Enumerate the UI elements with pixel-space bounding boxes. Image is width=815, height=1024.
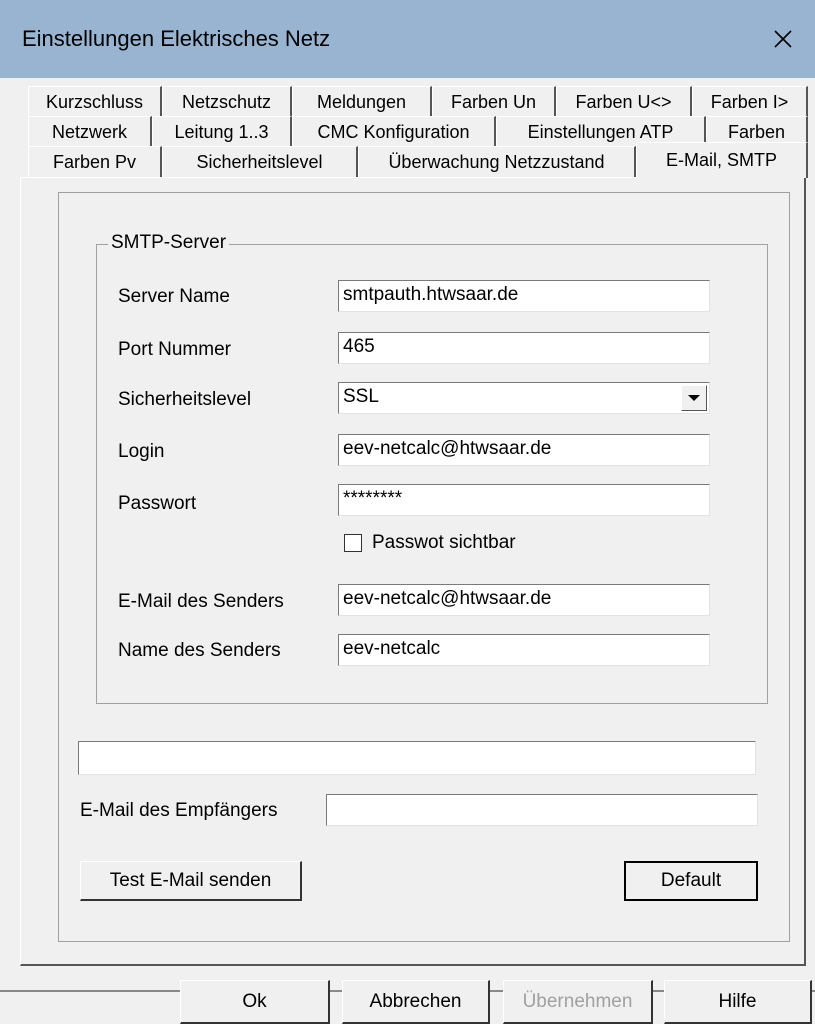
ok-button[interactable]: Ok bbox=[180, 980, 330, 1024]
smtp-group-title: SMTP-Server bbox=[108, 232, 230, 254]
tab-leitung[interactable]: Leitung 1..3 bbox=[152, 116, 292, 148]
port-field[interactable]: 465 bbox=[338, 332, 710, 364]
title-bar: Einstellungen Elektrisches Netz bbox=[0, 0, 815, 78]
tab-netzwerk[interactable]: Netzwerk bbox=[28, 116, 152, 148]
window-title: Einstellungen Elektrisches Netz bbox=[22, 26, 331, 51]
cancel-button[interactable]: Abbrechen bbox=[342, 980, 490, 1024]
default-button[interactable]: Default bbox=[624, 861, 758, 901]
tab-cmc-konfiguration[interactable]: CMC Konfiguration bbox=[292, 116, 496, 148]
server-name-label: Server Name bbox=[118, 286, 230, 307]
tab-email-smtp[interactable]: E-Mail, SMTP bbox=[636, 142, 808, 178]
server-name-field[interactable]: smtpauth.htwsaar.de bbox=[338, 280, 710, 312]
sender-email-label: E-Mail des Senders bbox=[118, 591, 284, 612]
tab-kurzschluss[interactable]: Kurzschluss bbox=[28, 86, 162, 118]
close-button[interactable] bbox=[751, 0, 815, 78]
show-password-checkbox[interactable] bbox=[344, 534, 362, 552]
tab-farben-i[interactable]: Farben I> bbox=[692, 86, 808, 118]
chevron-down-icon bbox=[688, 395, 700, 401]
security-level-value: SSL bbox=[343, 386, 379, 407]
port-label: Port Nummer bbox=[118, 339, 231, 360]
close-icon bbox=[774, 30, 792, 48]
show-password-label: Passwot sichtbar bbox=[372, 532, 516, 553]
recipient-label: E-Mail des Empfängers bbox=[80, 800, 278, 821]
dropdown-button[interactable] bbox=[681, 385, 707, 411]
sender-name-field[interactable]: eev-netcalc bbox=[338, 634, 710, 666]
tab-netzschutz[interactable]: Netzschutz bbox=[162, 86, 292, 118]
test-email-button[interactable]: Test E-Mail senden bbox=[80, 861, 302, 901]
recipient-field[interactable] bbox=[326, 794, 758, 826]
login-field[interactable]: eev-netcalc@htwsaar.de bbox=[338, 434, 710, 466]
security-level-select[interactable]: SSL bbox=[338, 382, 710, 414]
login-label: Login bbox=[118, 441, 165, 462]
sender-name-label: Name des Senders bbox=[118, 640, 281, 661]
tab-farben-un[interactable]: Farben Un bbox=[432, 86, 556, 118]
tab-farben-u-range[interactable]: Farben U<> bbox=[556, 86, 692, 118]
password-field[interactable]: ******** bbox=[338, 484, 710, 516]
password-label: Passwort bbox=[118, 493, 197, 514]
status-field[interactable] bbox=[78, 741, 756, 775]
tab-farben-pv[interactable]: Farben Pv bbox=[28, 146, 162, 178]
tab-sicherheitslevel[interactable]: Sicherheitslevel bbox=[162, 146, 358, 178]
security-level-label: Sicherheitslevel bbox=[118, 389, 252, 410]
apply-button[interactable]: Übernehmen bbox=[503, 980, 653, 1024]
help-button[interactable]: Hilfe bbox=[664, 980, 812, 1024]
tab-ueberwachung-netzzustand[interactable]: Überwachung Netzzustand bbox=[358, 146, 636, 178]
sender-email-field[interactable]: eev-netcalc@htwsaar.de bbox=[338, 584, 710, 616]
tab-meldungen[interactable]: Meldungen bbox=[292, 86, 432, 118]
